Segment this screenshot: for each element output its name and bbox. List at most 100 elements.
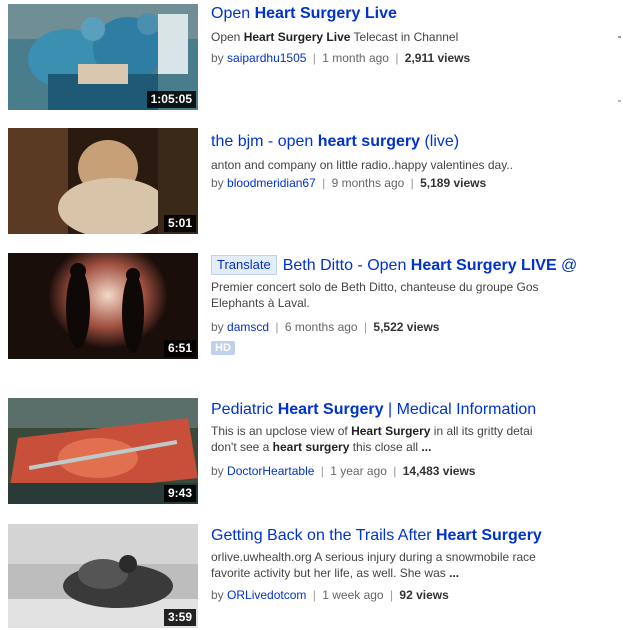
- separator: |: [312, 51, 316, 65]
- video-meta: by bloodmeridian67 | 9 months ago | 5,18…: [211, 175, 623, 191]
- duration-badge: 1:05:05: [146, 91, 196, 108]
- by-label: by: [211, 320, 224, 334]
- description-line: anton and company on little radio..happy…: [211, 157, 623, 173]
- video-info: Open Heart Surgery Live Open Heart Surge…: [211, 4, 623, 66]
- video-meta: by damscd | 6 months ago | 5,522 views: [211, 319, 623, 335]
- text-segment: | Medical Information: [383, 401, 537, 418]
- text-segment: Getting Back on the Trails After: [211, 527, 436, 544]
- separator: |: [320, 464, 324, 478]
- video-description: anton and company on little radio..happy…: [211, 157, 623, 173]
- highlighted-text: Heart Surgery: [351, 424, 431, 438]
- text-segment: @: [556, 257, 578, 274]
- video-title[interactable]: Translate Beth Ditto - Open Heart Surgery…: [211, 255, 623, 276]
- text-segment: anton and company on little radio..happy…: [211, 158, 513, 172]
- by-label: by: [211, 464, 224, 478]
- view-count: 5,189 views: [420, 176, 487, 190]
- description-line: favorite activity but her life, as well.…: [211, 565, 623, 581]
- view-count: 14,483 views: [402, 464, 476, 478]
- text-segment: Beth Ditto - Open: [282, 257, 411, 274]
- highlighted-text: heart surgery: [272, 440, 350, 454]
- uploader-link[interactable]: ORLivedotcom: [227, 588, 306, 602]
- description-line: don't see a heart surgery this close all…: [211, 439, 623, 455]
- video-description: Open Heart Surgery Live Telecast in Chan…: [211, 29, 623, 45]
- upload-age: 1 week ago: [322, 588, 384, 602]
- by-label: by: [211, 51, 224, 65]
- upload-age: 9 months ago: [331, 176, 405, 190]
- video-info: Pediatric Heart Surgery | Medical Inform…: [211, 400, 623, 479]
- video-info: Getting Back on the Trails After Heart S…: [211, 526, 623, 603]
- duration-badge: 3:59: [163, 609, 196, 626]
- duration-badge: 9:43: [163, 485, 196, 502]
- separator: |: [275, 320, 279, 334]
- highlighted-text: Heart Surgery Live: [243, 30, 351, 44]
- video-thumbnail[interactable]: 6:51: [8, 253, 198, 359]
- upload-age: 1 month ago: [322, 51, 389, 65]
- video-thumbnail[interactable]: 9:43: [8, 398, 198, 504]
- video-title[interactable]: Getting Back on the Trails After Heart S…: [211, 526, 623, 546]
- video-title[interactable]: the bjm - open heart surgery (live): [211, 132, 623, 152]
- text-segment: Elephants à Laval.: [211, 296, 310, 310]
- text-segment: in all its gritty detai: [430, 424, 533, 438]
- text-segment: Open: [211, 30, 244, 44]
- video-result-1: 1:05:05 Open Heart Surgery Live Open Hea…: [0, 4, 623, 112]
- text-segment: (live): [420, 133, 460, 150]
- text-segment: Pediatric: [211, 401, 278, 418]
- video-description: orlive.uwhealth.org A serious injury dur…: [211, 549, 623, 581]
- highlighted-text: Heart Surgery: [436, 527, 542, 544]
- highlighted-text: Heart Surgery: [277, 401, 384, 418]
- separator: |: [322, 176, 326, 190]
- video-meta: by saipardhu1505 | 1 month ago | 2,911 v…: [211, 50, 623, 66]
- text-segment: Open: [211, 5, 255, 22]
- highlighted-text: ...: [421, 440, 432, 454]
- description-line: Open Heart Surgery Live Telecast in Chan…: [211, 29, 623, 45]
- view-count: 92 views: [399, 588, 449, 602]
- video-meta: by ORLivedotcom | 1 week ago | 92 views: [211, 587, 623, 603]
- text-segment: don't see a: [211, 440, 273, 454]
- video-description: Premier concert solo de Beth Ditto, chan…: [211, 279, 623, 311]
- duration-badge: 5:01: [163, 215, 196, 232]
- uploader-link[interactable]: DoctorHeartable: [227, 464, 314, 478]
- video-result-3: 6:51 Translate Beth Ditto - Open Heart Su…: [0, 253, 623, 361]
- uploader-link[interactable]: saipardhu1505: [227, 51, 306, 65]
- view-count: 2,911 views: [404, 51, 471, 65]
- by-label: by: [211, 588, 224, 602]
- video-info: the bjm - open heart surgery (live) anto…: [211, 132, 623, 191]
- video-description: This is an upclose view of Heart Surgery…: [211, 423, 623, 455]
- separator: |: [389, 588, 394, 602]
- hd-badge: HD: [211, 341, 235, 355]
- text-segment: favorite activity but her life, as well.…: [211, 566, 450, 580]
- video-meta: by DoctorHeartable | 1 year ago | 14,483…: [211, 463, 623, 479]
- video-result-5: 3:59 Getting Back on the Trails After He…: [0, 524, 623, 630]
- description-line: Premier concert solo de Beth Ditto, chan…: [211, 279, 623, 295]
- video-title[interactable]: Pediatric Heart Surgery | Medical Inform…: [211, 400, 623, 420]
- video-title[interactable]: Open Heart Surgery Live: [211, 4, 623, 24]
- video-result-2: 5:01 the bjm - open heart surgery (live)…: [0, 128, 623, 236]
- uploader-link[interactable]: damscd: [227, 320, 269, 334]
- separator: |: [312, 588, 316, 602]
- uploader-link[interactable]: bloodmeridian67: [227, 176, 316, 190]
- description-line: This is an upclose view of Heart Surgery…: [211, 423, 623, 439]
- text-segment: Telecast in Channel: [350, 30, 459, 44]
- separator: |: [410, 176, 414, 190]
- description-line: orlive.uwhealth.org A serious injury dur…: [211, 549, 623, 565]
- text-segment: This is an upclose view of: [211, 424, 352, 438]
- highlighted-text: Heart Surgery LIVE: [410, 257, 557, 274]
- video-thumbnail[interactable]: 1:05:05: [8, 4, 198, 110]
- by-label: by: [211, 176, 224, 190]
- separator: |: [393, 464, 397, 478]
- description-line: Elephants à Laval.: [211, 295, 623, 311]
- text-segment: Premier concert solo de Beth Ditto, chan…: [211, 280, 539, 294]
- upload-age: 1 year ago: [330, 464, 387, 478]
- highlighted-text: ...: [449, 566, 460, 580]
- video-thumbnail[interactable]: 5:01: [8, 128, 198, 234]
- video-thumbnail[interactable]: 3:59: [8, 524, 198, 628]
- highlighted-text: Heart Surgery Live: [254, 5, 397, 22]
- translate-button[interactable]: Translate: [211, 255, 277, 275]
- duration-badge: 6:51: [163, 340, 196, 357]
- text-segment: orlive.uwhealth.org A serious injury dur…: [211, 550, 536, 564]
- video-info: Translate Beth Ditto - Open Heart Surgery…: [211, 255, 623, 356]
- separator: |: [395, 51, 399, 65]
- text-segment: this close all: [349, 440, 422, 454]
- text-segment: the bjm - open: [211, 133, 318, 150]
- highlighted-text: heart surgery: [317, 133, 420, 150]
